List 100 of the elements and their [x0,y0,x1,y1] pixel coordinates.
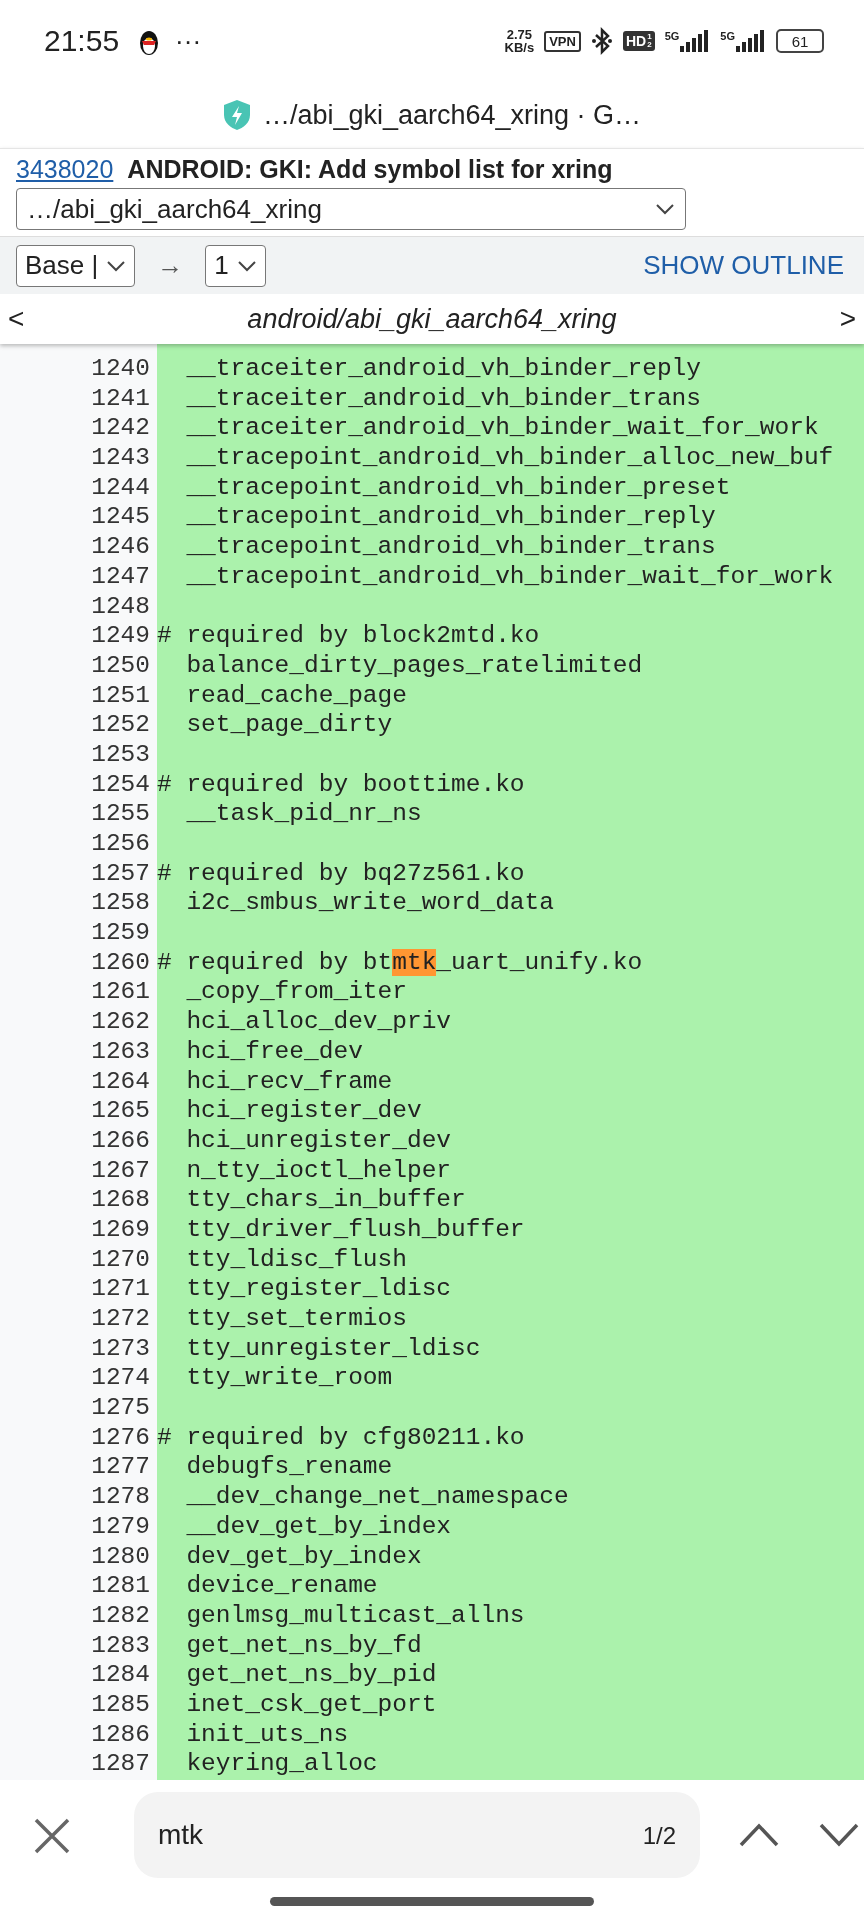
code-line: hci_register_dev [185,1096,422,1126]
code-line: # required by boottime.ko [157,769,525,800]
line-number: 1243 [90,443,150,473]
line-number: 1261 [90,977,150,1008]
code-line: dev_get_by_index [185,1541,422,1572]
line-number: 1276 [90,1422,150,1453]
line-number: 1240 [90,354,150,384]
code-line: __dev_change_net_namespace [185,1482,569,1512]
code-line: _copy_from_iter [185,977,407,1008]
code-line: hci_recv_frame [185,1066,393,1097]
base-select-value: Base | [25,250,99,281]
match-count: 1/2 [642,1822,676,1850]
line-number: 1264 [90,1066,150,1097]
code-line: tty_driver_flush_buffer [185,1214,525,1245]
change-number-link[interactable]: 3438020 [16,155,114,184]
next-match-button[interactable] [818,1822,860,1848]
line-number: 1272 [90,1304,150,1334]
patchset-select[interactable]: 1 [205,244,266,287]
code-line: inet_csk_get_port [185,1689,437,1720]
line-number: 1273 [90,1333,150,1364]
line-number: 1265 [90,1096,150,1126]
code-line: debugfs_rename [185,1452,393,1483]
code-line: tty_ldisc_flush [185,1244,407,1275]
file-select-value: …/abi_gki_aarch64_xring [27,193,322,225]
code-line: __task_pid_nr_ns [185,799,422,829]
code-line: init_uts_ns [185,1719,349,1750]
line-number: 1279 [90,1511,150,1542]
line-number: 1258 [90,888,150,919]
code-line: # required by block2mtd.ko [157,621,540,651]
chevron-down-icon [236,259,257,272]
vpn-badge: VPN [544,30,581,52]
chevron-down-icon [818,1822,860,1848]
code-line: get_net_ns_by_fd [185,1630,422,1661]
network-type: 5G [664,30,680,42]
more-notifications: ··· [175,25,202,57]
code-line: hci_alloc_dev_priv [185,1007,452,1037]
file-select[interactable]: …/abi_gki_aarch64_xring [16,188,686,230]
chevron-down-icon [106,259,127,272]
base-select[interactable]: Base | [16,244,136,287]
code-line: tty_chars_in_buffer [185,1185,466,1215]
line-number: 1280 [90,1541,150,1572]
next-file-button[interactable]: > [835,303,860,335]
line-number: 1284 [90,1660,150,1690]
hd-label: HD [625,33,647,49]
code-line: __tracepoint_android_vh_binder_reply [185,502,716,533]
previous-file-button[interactable]: < [4,303,29,335]
code-line: get_net_ns_by_pid [185,1660,437,1690]
line-number: 1285 [90,1689,150,1720]
line-number: 1244 [90,472,150,503]
file-path: android/abi_gki_aarch64_xring [246,303,618,335]
line-number: 1283 [90,1630,150,1661]
code-line: hci_free_dev [185,1036,363,1067]
line-number: 1281 [90,1571,150,1601]
line-number: 1246 [90,532,150,562]
line-number: 1247 [90,561,150,592]
line-number: 1275 [90,1393,150,1423]
code-line: __tracepoint_android_vh_binder_wait_for_work [185,561,834,592]
line-number: 1252 [90,710,150,740]
chevron-up-icon [738,1822,780,1848]
line-number: 1255 [90,799,150,829]
code-line: hci_unregister_dev [185,1125,452,1156]
line-number: 1266 [90,1125,150,1156]
line-number: 1242 [90,413,150,444]
line-number: 1286 [90,1719,150,1750]
code-line: n_tty_ioctl_helper [185,1155,452,1186]
code-line: tty_unregister_ldisc [185,1333,481,1364]
code-line: __dev_get_by_index [185,1511,452,1542]
line-number: 1245 [90,502,150,533]
line-number: 1263 [90,1036,150,1067]
hd-sim-number: 1 [647,33,652,41]
hd-sim-number: 2 [647,41,652,49]
line-number: 1260 [90,947,150,978]
line-number: 1249 [90,621,150,651]
line-number: 1274 [90,1363,150,1394]
line-number: 1271 [90,1274,150,1304]
signal-icon [680,30,711,52]
line-number: 1270 [90,1244,150,1275]
code-line: tty_set_termios [185,1304,407,1334]
page-title: …/abi_gki_aarch64_xring · G… [262,99,642,131]
code-line: i2c_smbus_write_word_data [185,888,554,919]
line-number: 1269 [90,1214,150,1245]
code-line: __traceiter_android_vh_binder_wait_for_work [185,413,819,444]
shield-icon [222,99,251,131]
network-type: 5G [720,30,735,42]
line-number: 1251 [90,680,150,711]
change-subject: ANDROID: GKI: Add symbol list for xring [127,155,613,184]
network-speed-unit: KB/s [504,41,535,54]
line-number: 1287 [90,1749,150,1779]
code-line: __traceiter_android_vh_binder_reply [185,354,701,384]
show-outline-button[interactable]: SHOW OUTLINE [643,250,844,281]
previous-match-button[interactable] [738,1822,780,1848]
line-number: 1241 [90,383,150,414]
line-number: 1277 [90,1452,150,1483]
code-line: __tracepoint_android_vh_binder_preset [185,472,731,503]
code-line: # required by cfg80211.ko [157,1422,525,1453]
line-number: 1282 [90,1600,150,1631]
line-number: 1262 [90,1007,150,1037]
code-line: genlmsg_multicast_allns [185,1600,525,1631]
patchset-select-value: 1 [214,250,229,281]
code-line: read_cache_page [185,680,407,711]
